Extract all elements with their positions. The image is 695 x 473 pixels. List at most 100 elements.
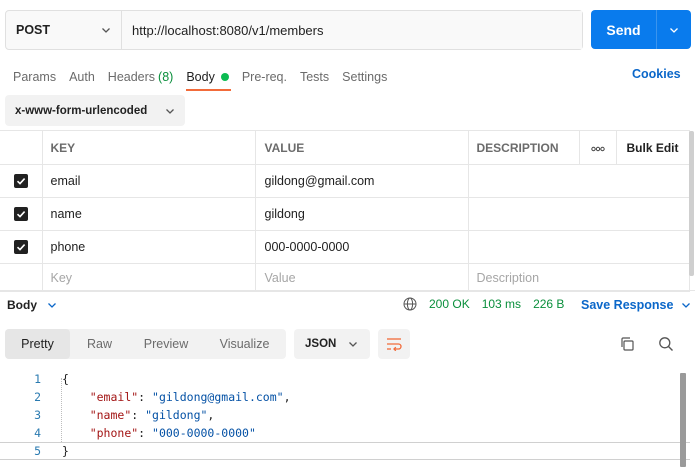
code-text: }: [62, 444, 69, 458]
tab-headers[interactable]: Headers (8): [108, 64, 174, 90]
url-input[interactable]: http://localhost:8080/v1/members: [122, 11, 582, 49]
wrap-lines-button[interactable]: [378, 329, 410, 359]
check-icon: [16, 178, 25, 186]
chevron-down-icon: [670, 27, 678, 33]
tab-auth[interactable]: Auth: [69, 64, 95, 90]
row-key[interactable]: email: [41, 164, 256, 198]
chevron-down-icon: [166, 108, 174, 114]
response-body-label: Body: [7, 298, 37, 312]
body-type-select[interactable]: x-www-form-urlencoded: [5, 95, 185, 126]
status-code: 200 OK: [429, 297, 470, 311]
method-select[interactable]: POST: [6, 11, 122, 49]
code-line: 4 "phone": "000-0000-0000": [0, 424, 690, 442]
row-checkbox[interactable]: [13, 240, 28, 255]
tab-label: Auth: [69, 70, 95, 84]
search-icon: [659, 337, 673, 351]
row-key[interactable]: name: [41, 197, 256, 231]
code-text: "phone": "000-0000-0000": [89, 426, 256, 440]
response-code-view[interactable]: 1 { 2 "email": "gildong@gmail.com", 3 "n…: [0, 370, 690, 460]
row-value[interactable]: gildong@gmail.com: [254, 164, 469, 198]
tab-pretty[interactable]: Pretty: [5, 329, 70, 359]
json-key: "name": [89, 408, 132, 422]
brace-close: }: [62, 444, 69, 458]
row-description[interactable]: [467, 230, 690, 264]
cookies-link[interactable]: Cookies: [632, 67, 681, 81]
check-icon: [16, 211, 25, 219]
body-type-label: x-www-form-urlencoded: [15, 104, 148, 117]
tab-label: Tests: [299, 70, 330, 84]
code-line: 1 {: [0, 370, 690, 388]
line-number: 4: [34, 426, 41, 440]
row-checkbox[interactable]: [13, 174, 28, 189]
headers-count: (8): [158, 70, 174, 84]
copy-button[interactable]: [618, 335, 636, 353]
more-options-button[interactable]: [578, 130, 617, 165]
tab-params[interactable]: Params: [13, 64, 56, 90]
json-key: "email": [89, 390, 139, 404]
response-time: 103 ms: [481, 297, 522, 311]
check-icon: [16, 244, 25, 252]
url-text: http://localhost:8080/v1/members: [132, 22, 324, 38]
line-number: 3: [34, 408, 41, 422]
row-value[interactable]: 000-0000-0000: [254, 230, 469, 264]
bulk-edit-button[interactable]: Bulk Edit: [615, 130, 690, 165]
chevron-down-icon: [349, 342, 357, 347]
response-body-select[interactable]: Body: [7, 298, 57, 312]
tab-tests[interactable]: Tests: [300, 64, 329, 90]
chevron-down-icon: [48, 303, 56, 308]
row-checkbox-cell: [0, 263, 43, 292]
table-scrollbar[interactable]: [689, 131, 694, 276]
tab-preview[interactable]: Preview: [129, 329, 203, 359]
code-line: 2 "email": "gildong@gmail.com",: [0, 388, 690, 406]
response-status: 200 OK 103 ms 226 B: [403, 297, 576, 311]
request-tabs: Params Auth Headers (8) Body Pre-req. Tes…: [13, 64, 400, 91]
brace-open: {: [62, 372, 69, 386]
search-button[interactable]: [657, 335, 675, 353]
code-text: "name": "gildong",: [89, 408, 215, 422]
code-line: 3 "name": "gildong",: [0, 406, 690, 424]
description-placeholder[interactable]: Description: [467, 263, 690, 292]
row-checkbox[interactable]: [13, 207, 28, 222]
wrap-lines-icon: [387, 338, 402, 351]
key-placeholder[interactable]: Key: [41, 263, 256, 292]
copy-icon: [621, 337, 634, 351]
json-value: "000-0000-0000": [152, 426, 256, 440]
row-checkbox-cell: [0, 164, 43, 198]
table-row: name gildong: [0, 197, 690, 231]
format-label: JSON: [305, 338, 337, 350]
format-select[interactable]: JSON: [294, 329, 370, 359]
globe-icon[interactable]: [403, 297, 417, 311]
row-value[interactable]: gildong: [254, 197, 469, 231]
header-key: KEY: [41, 130, 256, 165]
tab-label: Headers: [107, 70, 156, 84]
tab-raw[interactable]: Raw: [70, 329, 129, 359]
header-checkbox-cell: [0, 130, 43, 165]
request-bar: POST http://localhost:8080/v1/members: [5, 10, 583, 50]
tab-body[interactable]: Body: [186, 64, 231, 91]
code-scrollbar[interactable]: [680, 373, 686, 467]
tab-label: Pre-req.: [241, 70, 287, 84]
json-comma: ,: [207, 408, 215, 422]
code-text: "email": "gildong@gmail.com",: [89, 390, 291, 404]
response-size: 226 B: [533, 297, 565, 311]
table-row: phone 000-0000-0000: [0, 230, 690, 264]
more-horizontal-icon: [590, 146, 605, 151]
save-response-button[interactable]: Save Response: [581, 298, 691, 312]
code-line-current: 5 }: [0, 442, 690, 460]
response-view-tabs: Pretty Raw Preview Visualize: [5, 329, 286, 359]
chevron-down-icon: [682, 303, 691, 308]
body-indicator-dot: [220, 73, 229, 81]
tab-visualize[interactable]: Visualize: [203, 329, 286, 359]
tab-pre-request[interactable]: Pre-req.: [242, 64, 287, 90]
send-button[interactable]: Send: [591, 10, 657, 49]
tab-settings[interactable]: Settings: [342, 64, 387, 90]
json-key: "phone": [89, 426, 139, 440]
row-key[interactable]: phone: [41, 230, 256, 264]
value-placeholder[interactable]: Value: [254, 263, 469, 292]
send-options-button[interactable]: [657, 10, 691, 49]
row-description[interactable]: [467, 197, 690, 231]
row-checkbox-cell: [0, 230, 43, 264]
line-number: 1: [34, 372, 41, 386]
row-description[interactable]: [467, 164, 690, 198]
tab-label: Settings: [342, 70, 388, 84]
